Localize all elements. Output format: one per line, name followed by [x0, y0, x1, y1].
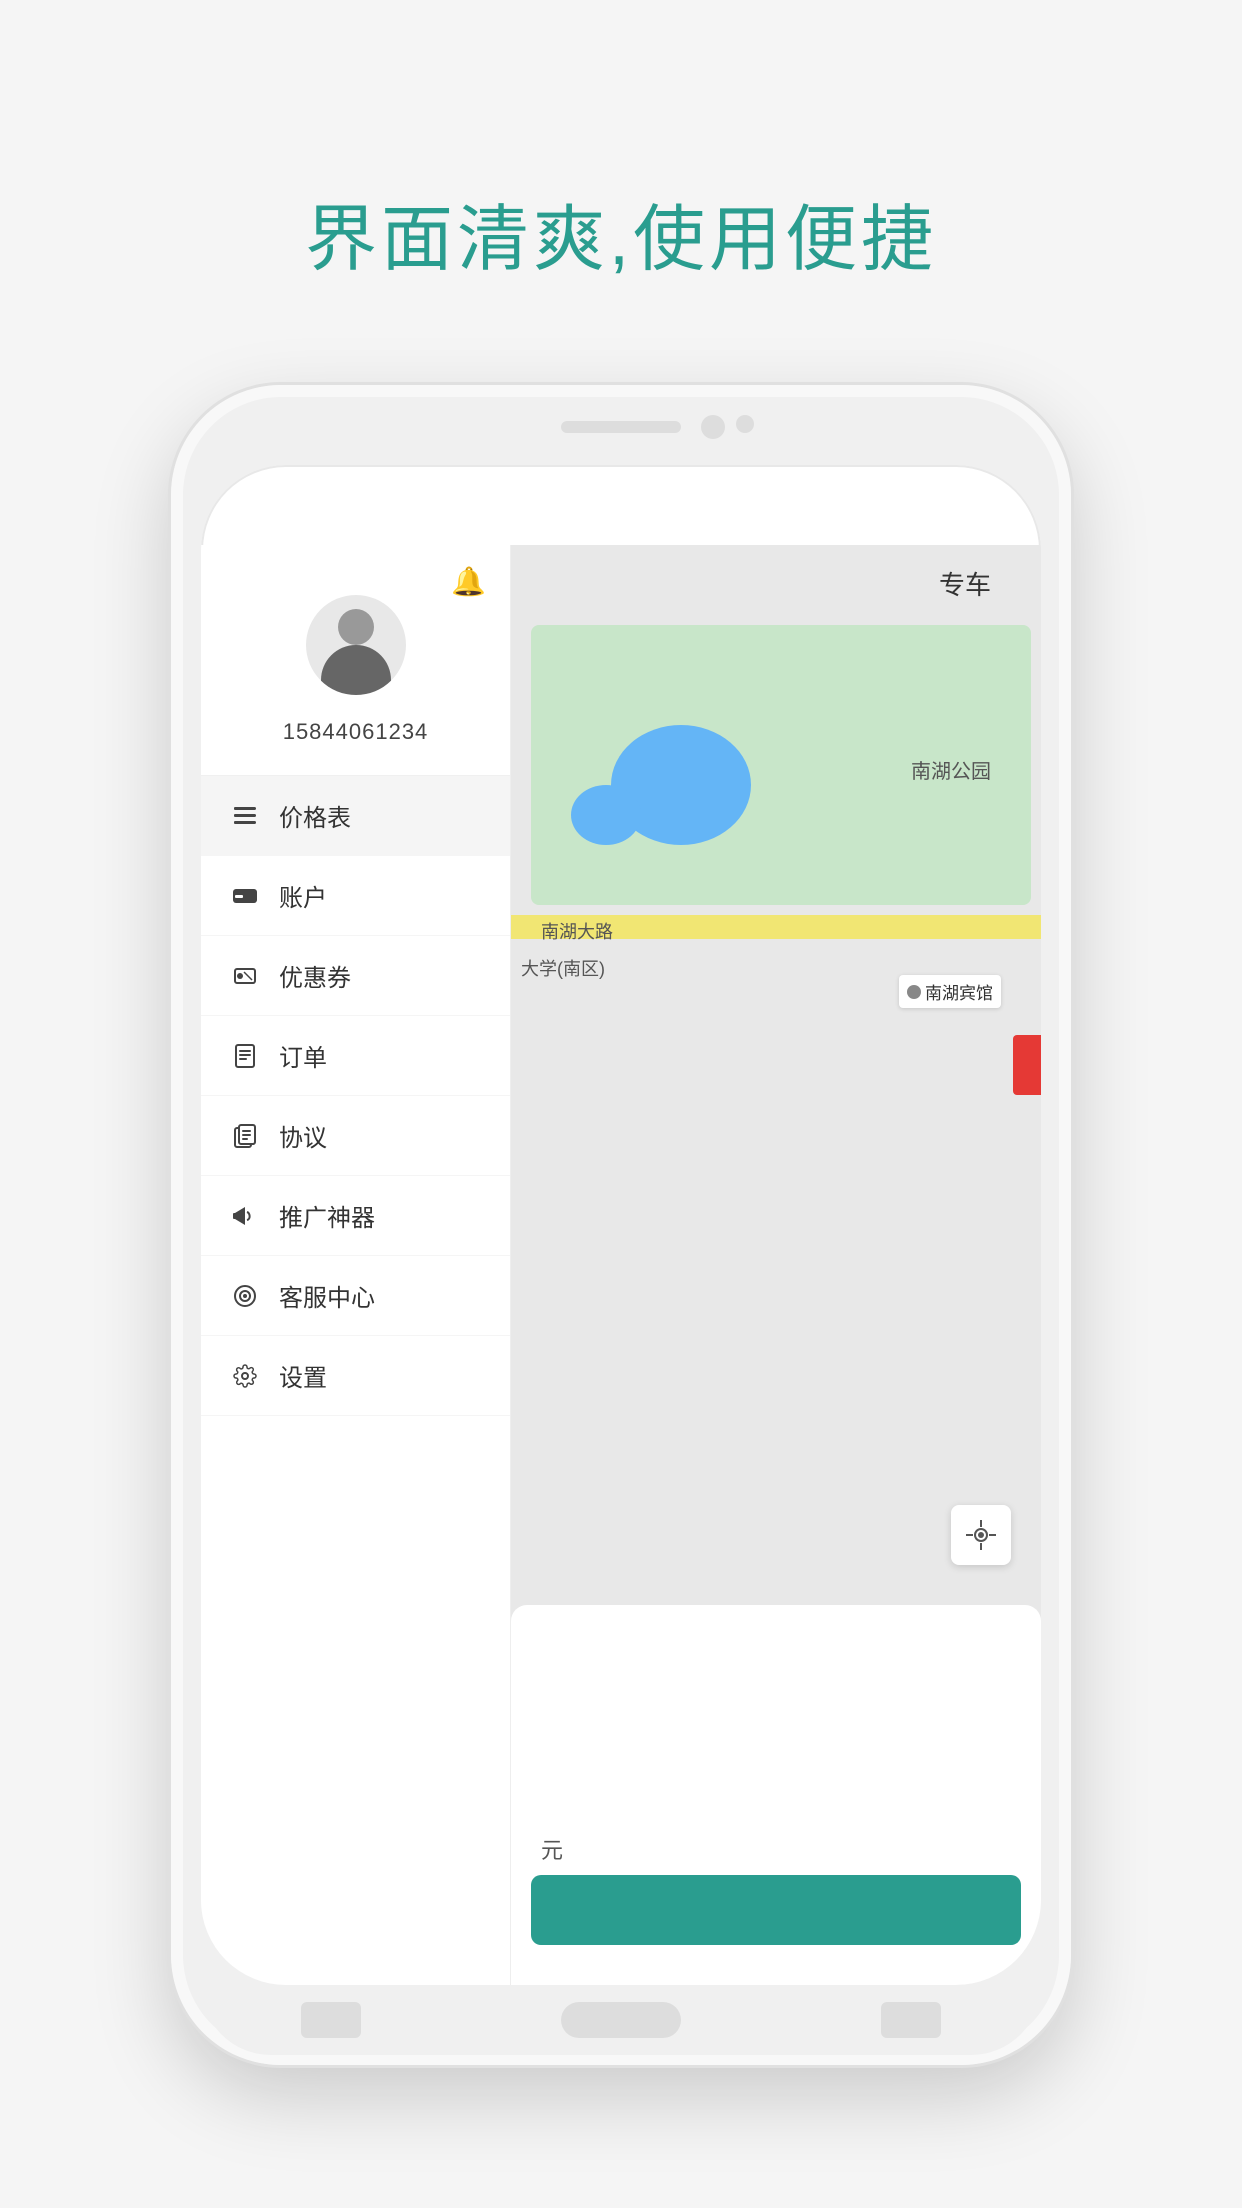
phone-speaker: [561, 421, 681, 433]
menu-item-settings[interactable]: 设置: [201, 1336, 510, 1416]
menu-item-support[interactable]: 客服中心: [201, 1256, 510, 1336]
nav-home-btn[interactable]: [561, 2002, 681, 2038]
menu-item-settings-label: 设置: [279, 1358, 327, 1393]
map-park-label: 南湖公园: [911, 755, 991, 784]
avatar-head: [338, 609, 374, 645]
menu-item-promote[interactable]: 推广神器: [201, 1176, 510, 1256]
map-price-text: 元: [541, 1833, 563, 1865]
map-hotel-badge: 南湖宾馆: [899, 975, 1001, 1008]
orders-icon: [229, 1044, 261, 1068]
map-uni-label: 大学(南区): [521, 955, 605, 981]
menu-item-price-list[interactable]: 价格表: [201, 776, 510, 856]
phone-camera: [701, 415, 725, 439]
support-icon: [229, 1284, 261, 1308]
map-lake-secondary: [571, 785, 641, 845]
phone-frame: 🔔 15844061234: [171, 385, 1071, 2065]
menu-item-orders[interactable]: 订单: [201, 1016, 510, 1096]
avatar: [306, 595, 406, 695]
drawer-panel: 🔔 15844061234: [201, 545, 511, 1985]
map-road-label: 南湖大路: [541, 918, 613, 944]
nav-recents-btn[interactable]: [881, 2002, 941, 2038]
app-screen: 🔔 15844061234: [201, 545, 1041, 1985]
account-icon: [229, 887, 261, 905]
menu-item-agreement[interactable]: 协议: [201, 1096, 510, 1176]
phone-camera2: [736, 415, 754, 433]
menu-item-account-label: 账户: [279, 878, 327, 913]
phone-screen: 🔔 15844061234: [201, 465, 1041, 1985]
menu-item-price-list-label: 价格表: [279, 798, 351, 833]
menu-item-promote-label: 推广神器: [279, 1198, 375, 1233]
menu-item-coupon[interactable]: 优惠券: [201, 936, 510, 1016]
menu-item-agreement-label: 协议: [279, 1118, 327, 1153]
page-title: 界面清爽,使用便捷: [305, 180, 937, 285]
bottom-nav: [201, 1985, 1041, 2055]
menu-item-coupon-label: 优惠券: [279, 958, 351, 993]
location-button[interactable]: [951, 1505, 1011, 1565]
hotel-dot: [907, 985, 921, 999]
map-park-area: 南湖公园: [531, 625, 1031, 905]
map-red-banner: [1013, 1035, 1041, 1095]
avatar-graphic: [306, 595, 406, 695]
nav-back-btn[interactable]: [301, 2002, 361, 2038]
map-bottom-panel: 元: [511, 1605, 1041, 1985]
user-phone-number: 15844061234: [283, 719, 429, 745]
map-top-label: 专车: [939, 565, 991, 602]
menu-item-account[interactable]: 账户: [201, 856, 510, 936]
phone-outer-frame: 🔔 15844061234: [171, 385, 1071, 2065]
map-hotel-label: 南湖宾馆: [925, 979, 993, 1004]
menu-item-support-label: 客服中心: [279, 1278, 375, 1313]
price-list-icon: [229, 807, 261, 825]
drawer-menu: 价格表 账户: [201, 776, 510, 1985]
menu-item-orders-label: 订单: [279, 1038, 327, 1073]
avatar-body: [321, 645, 391, 695]
settings-icon: [229, 1364, 261, 1388]
notification-bell-icon[interactable]: 🔔: [451, 565, 486, 598]
map-cta-button[interactable]: [531, 1875, 1021, 1945]
agreement-icon: [229, 1124, 261, 1148]
coupon-icon: [229, 965, 261, 987]
promote-icon: [229, 1205, 261, 1227]
map-panel: 专车 南湖公园 南湖大路 大学(南区) 南湖宾馆: [511, 545, 1041, 1985]
